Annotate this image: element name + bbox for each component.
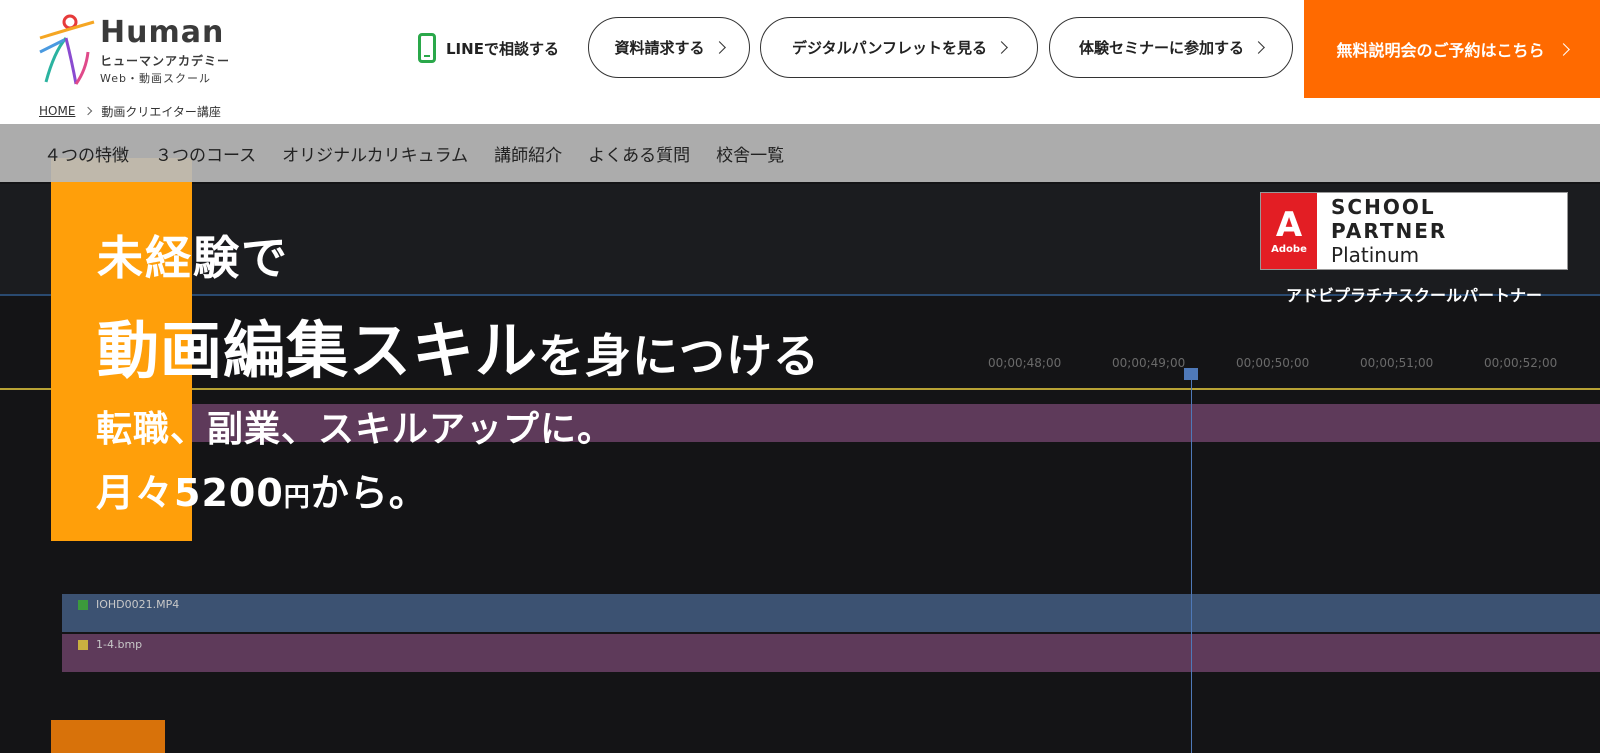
clip-icon — [78, 639, 88, 650]
timeline-tick: 00;00;50;00 — [1236, 356, 1310, 370]
adobe-badge-title: SCHOOL PARTNER — [1331, 195, 1448, 243]
line-consult-label: LINEで相談する — [446, 39, 559, 58]
timeline-clip — [62, 594, 1600, 632]
adobe-partner-caption: アドビプラチナスクールパートナー — [1285, 286, 1542, 305]
hero-price: 月々5200円から。 — [96, 471, 428, 515]
nav-item-campuses[interactable]: 校舎一覧 — [716, 141, 784, 166]
timeline-tick: 00;00;48;00 — [988, 356, 1062, 370]
hero-subhead: 転職、副業、スキルアップに。 — [96, 409, 615, 450]
request-docs-button[interactable]: 資料請求する — [588, 17, 750, 78]
page-nav: ４つの特徴 ３つのコース オリジナルカリキュラム 講師紹介 よくある質問 校舎一… — [0, 124, 1600, 182]
nav-item-curriculum[interactable]: オリジナルカリキュラム — [282, 141, 468, 166]
playhead-handle — [1184, 368, 1198, 380]
hero-headline-line2: 動画編集スキルを身につける — [97, 314, 821, 387]
timeline-tick: 00;00;49;00 — [1112, 356, 1186, 370]
breadcrumb-home-link[interactable]: HOME — [39, 104, 75, 118]
digital-pamphlet-button[interactable]: デジタルパンフレットを見る — [760, 17, 1038, 78]
chevron-right-icon — [1556, 42, 1570, 56]
adobe-partner-badge: A Adobe SCHOOL PARTNER Platinum — [1260, 192, 1568, 270]
accent-block — [51, 720, 165, 753]
breadcrumb: HOME 動画クリエイター講座 — [0, 98, 1600, 124]
clip-icon — [78, 599, 88, 610]
free-briefing-cta-button[interactable]: 無料説明会のご予約はこちら — [1304, 0, 1600, 98]
timeline-tick: 00;00;51;00 — [1360, 356, 1434, 370]
phone-icon — [418, 33, 436, 63]
human-figure-icon — [39, 14, 95, 85]
nav-item-instructors[interactable]: 講師紹介 — [494, 141, 562, 166]
site-header: Human ヒューマンアカデミー Web・動画スクール LINEで相談する 資料… — [0, 0, 1600, 98]
nav-item-features[interactable]: ４つの特徴 — [44, 141, 129, 166]
clip-label: IOHD0021.MP4 — [78, 598, 179, 611]
adobe-logo: A Adobe — [1261, 193, 1318, 269]
chevron-right-icon — [1252, 41, 1265, 54]
logo-tagline: Web・動画スクール — [100, 72, 211, 85]
logo-subtitle: ヒューマンアカデミー — [100, 54, 231, 68]
nav-item-faq[interactable]: よくある質問 — [588, 141, 690, 166]
clip-label: 1-4.bmp — [78, 638, 142, 651]
nav-item-courses[interactable]: ３つのコース — [155, 141, 256, 166]
site-logo[interactable]: Human ヒューマンアカデミー Web・動画スクール — [36, 10, 236, 86]
logo-wordmark: Human — [100, 15, 225, 50]
timeline-clip — [62, 634, 1600, 672]
chevron-right-icon — [995, 41, 1008, 54]
trial-seminar-button[interactable]: 体験セミナーに参加する — [1049, 17, 1293, 78]
chevron-right-icon — [84, 106, 93, 116]
chevron-right-icon — [712, 41, 726, 54]
timeline-tick: 00;00;52;00 — [1484, 356, 1558, 370]
breadcrumb-current: 動画クリエイター講座 — [101, 104, 221, 119]
adobe-badge-tier: Platinum — [1331, 243, 1420, 267]
timeline-playhead — [1191, 376, 1192, 753]
line-consult-link[interactable]: LINEで相談する — [418, 32, 559, 64]
hero-section: 00;00;48;00 00;00;49;00 00;00;50;00 00;0… — [0, 124, 1600, 753]
hero-headline-line1: 未経験で — [97, 231, 289, 285]
